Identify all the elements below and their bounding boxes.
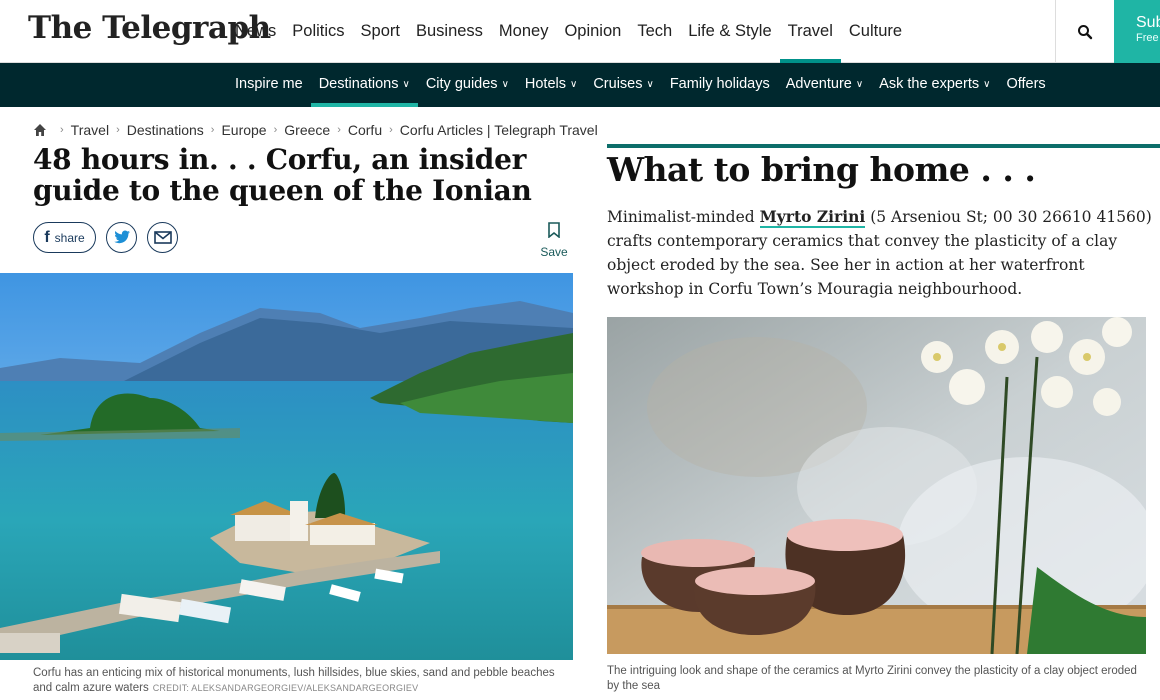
subnav-item-label: City guides (425, 76, 498, 92)
ceramics-image (607, 317, 1146, 654)
main-nav-item-travel[interactable]: Travel (779, 0, 842, 63)
search-button[interactable] (1055, 0, 1114, 63)
subnav-item-inspire-me[interactable]: Inspire me (227, 63, 311, 107)
main-nav-item-culture[interactable]: Culture (841, 0, 910, 63)
breadcrumb-separator-icon: › (273, 124, 278, 136)
twitter-share-button[interactable] (106, 222, 137, 253)
section-title: What to bring home . . . (607, 150, 1036, 189)
breadcrumb-separator-icon: › (210, 124, 215, 136)
ceramic-bowls-illustration (607, 317, 1146, 654)
chevron-down-icon: ∨ (855, 79, 864, 90)
chevron-down-icon: ∨ (402, 79, 410, 90)
breadcrumb-separator-icon: › (60, 124, 64, 136)
main-nav-item-news[interactable]: News (227, 0, 284, 63)
travel-subnav: Inspire me Destinations ∨ City guides ∨ Hotel… (0, 63, 1160, 107)
share-label: share (54, 230, 85, 245)
main-nav-item-tech[interactable]: Tech (629, 0, 680, 63)
hero-credit: CREDIT: ALEKSANDARGEORGIEV/ALEKSANDARGEO… (152, 683, 419, 693)
chevron-down-icon: ∨ (501, 79, 509, 90)
facebook-icon: f (44, 228, 50, 246)
subnav-item-label: Destinations (318, 76, 399, 92)
section-rule (607, 144, 1160, 148)
subnav-item-offers[interactable]: Offers (998, 63, 1053, 107)
breadcrumb: › Travel › Destinations › Europe › Greece › Corfu… (33, 122, 598, 138)
top-header: The Telegraph News Politics Sport Business M… (0, 0, 1160, 63)
subnav-item-label: Offers (1006, 76, 1046, 92)
subnav-item-adventure[interactable]: Adventure ∨ (778, 63, 871, 107)
subnav-item-hotels[interactable]: Hotels ∨ (517, 63, 585, 107)
subnav-item-city-guides[interactable]: City guides ∨ (418, 63, 517, 107)
chevron-down-icon: ∨ (570, 79, 578, 90)
search-icon (1078, 24, 1093, 39)
main-nav-item-politics[interactable]: Politics (284, 0, 352, 63)
body-text-pre: Minimalist-minded (607, 208, 760, 226)
main-nav: News Politics Sport Business Money Opinion Tec… (227, 0, 910, 63)
breadcrumb-item[interactable]: Corfu (348, 122, 382, 138)
breadcrumb-separator-icon: › (389, 124, 393, 136)
main-nav-item-business[interactable]: Business (408, 0, 491, 63)
facebook-share-button[interactable]: f share (33, 222, 96, 253)
breadcrumb-separator-icon: › (116, 124, 120, 136)
share-bar: f share (33, 222, 178, 253)
article-headline: 48 hours in. . . Corfu, an insider guide… (33, 143, 532, 207)
hero-caption: Corfu has an enticing mix of historical … (33, 666, 563, 696)
chevron-down-icon: ∨ (983, 79, 991, 90)
main-nav-item-life-style[interactable]: Life & Style (680, 0, 779, 63)
main-nav-item-opinion[interactable]: Opinion (556, 0, 629, 63)
subnav-item-label: Adventure (785, 76, 852, 92)
breadcrumb-item[interactable]: Europe (221, 122, 266, 138)
home-icon[interactable] (33, 123, 47, 137)
main-nav-item-sport[interactable]: Sport (353, 0, 408, 63)
bookmark-icon (548, 222, 560, 239)
section-body: Minimalist-minded Myrto Zirini (5 Arseni… (607, 205, 1152, 301)
subnav-item-cruises[interactable]: Cruises ∨ (585, 63, 661, 107)
subnav-item-label: Cruises (593, 76, 643, 92)
main-nav-item-money[interactable]: Money (491, 0, 557, 63)
breadcrumb-item[interactable]: Destinations (127, 122, 204, 138)
subnav-item-label: Family holidays (669, 76, 770, 92)
subscribe-button[interactable]: Subscribe Free for one month (1114, 0, 1160, 63)
email-share-button[interactable] (147, 222, 178, 253)
corfu-landscape-illustration (0, 273, 573, 660)
myrto-zirini-link[interactable]: Myrto Zirini (759, 207, 866, 228)
ceramics-caption: The intriguing look and shape of the cer… (607, 665, 1137, 692)
subnav-item-destinations[interactable]: Destinations ∨ (310, 63, 418, 107)
chevron-down-icon: ∨ (646, 79, 654, 90)
subscribe-label: Subscribe (1136, 14, 1160, 31)
subnav-item-family-holidays[interactable]: Family holidays (662, 63, 778, 107)
breadcrumb-item[interactable]: Corfu Articles | Telegraph Travel (400, 122, 598, 138)
subnav-item-ask-the-experts[interactable]: Ask the experts ∨ (871, 63, 998, 107)
save-button[interactable]: Save (540, 222, 568, 259)
save-label: Save (540, 245, 568, 259)
breadcrumb-item[interactable]: Travel (71, 122, 109, 138)
subnav-item-label: Ask the experts (879, 76, 980, 92)
email-icon (153, 231, 172, 244)
subscribe-sublabel: Free for one month (1136, 32, 1160, 44)
subnav-item-label: Inspire me (235, 76, 303, 92)
hero-image (0, 273, 573, 660)
breadcrumb-item[interactable]: Greece (284, 122, 330, 138)
twitter-icon (113, 230, 130, 244)
breadcrumb-separator-icon: › (337, 124, 341, 136)
subnav-item-label: Hotels (524, 76, 566, 92)
